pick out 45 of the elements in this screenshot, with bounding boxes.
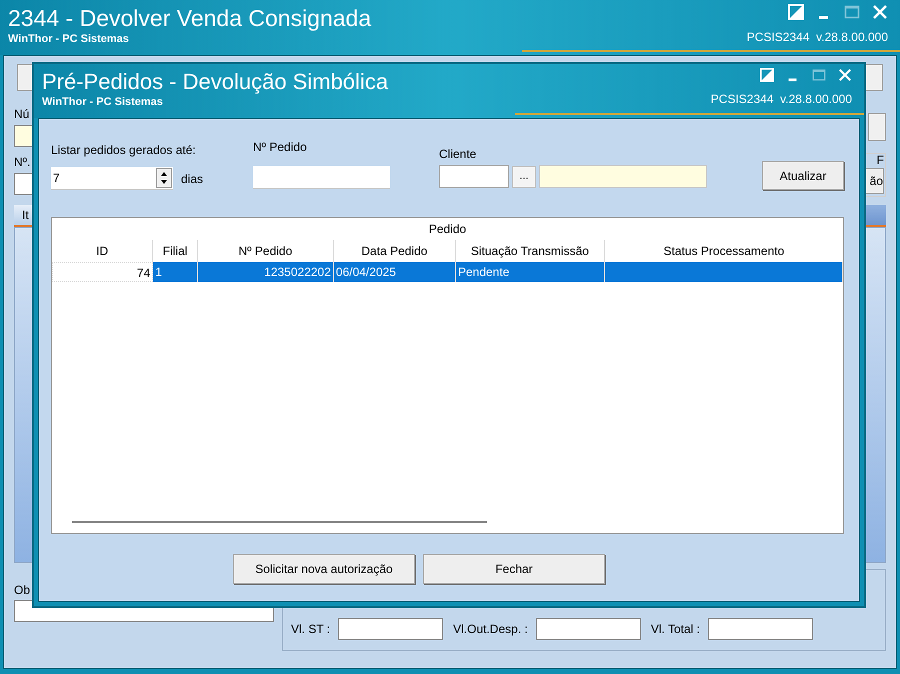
table-cell: 1 — [153, 262, 198, 282]
restore-icon[interactable] — [788, 4, 804, 20]
field-label: Nú — [14, 106, 30, 123]
table-cell: 06/04/2025 — [334, 262, 456, 282]
table-cell: 1235022202 — [198, 262, 334, 282]
request-authorization-button[interactable]: Solicitar nova autorização — [233, 554, 415, 584]
total-label: Vl. ST : — [291, 621, 330, 638]
lookup-button[interactable]: ... — [512, 166, 536, 188]
side-toolbar-button[interactable] — [868, 113, 886, 141]
field-label: Nº. — [14, 154, 32, 171]
order-number-label: Nº Pedido — [253, 139, 308, 156]
window-title: Pré-Pedidos - Devolução Simbólica — [42, 68, 388, 96]
maximize-icon[interactable] — [812, 68, 826, 82]
total-field[interactable] — [536, 618, 641, 640]
order-number-field[interactable] — [253, 166, 390, 189]
client-label: Cliente — [439, 146, 478, 163]
table-cell: Pendente — [456, 262, 605, 282]
total-label: Vl. Total : — [650, 621, 700, 638]
field-label: Ob — [14, 582, 32, 599]
restore-icon[interactable] — [760, 68, 774, 82]
close-icon[interactable] — [872, 4, 888, 20]
version-label: PCSIS2344 v.28.8.00.000 — [746, 29, 888, 46]
horizontal-scrollbar[interactable] — [72, 521, 487, 523]
days-unit: dias — [181, 170, 204, 188]
table-cell: 74 — [52, 262, 154, 282]
version-label: PCSIS2344 v.28.8.00.000 — [710, 91, 852, 108]
client-name-field[interactable] — [539, 165, 707, 188]
close-dialog-button[interactable]: Fechar — [423, 554, 605, 584]
total-field[interactable] — [708, 618, 813, 640]
group-header: Pedido — [428, 221, 468, 238]
maximize-icon[interactable] — [844, 4, 860, 20]
spinner-arrows-icon[interactable] — [156, 168, 172, 188]
total-label: Vl.Out.Desp. : — [453, 621, 528, 638]
column-header[interactable]: Status Processamento — [604, 240, 844, 262]
days-label: Listar pedidos gerados até: — [51, 142, 197, 159]
group-label: F — [876, 154, 884, 166]
total-field[interactable] — [338, 618, 444, 640]
window-subtitle: WinThor - PC Sistemas — [8, 32, 130, 46]
days-spinner[interactable]: 7 — [51, 167, 173, 190]
window-title: 2344 - Devolver Venda Consignada — [8, 4, 372, 33]
client-code-field[interactable] — [439, 165, 509, 188]
table-row[interactable]: 74 1 1235022202 06/04/2025 Pendente — [52, 262, 843, 282]
close-icon[interactable] — [838, 68, 852, 82]
window-subtitle: WinThor - PC Sistemas — [42, 96, 164, 110]
refresh-button[interactable]: Atualizar — [762, 161, 844, 190]
